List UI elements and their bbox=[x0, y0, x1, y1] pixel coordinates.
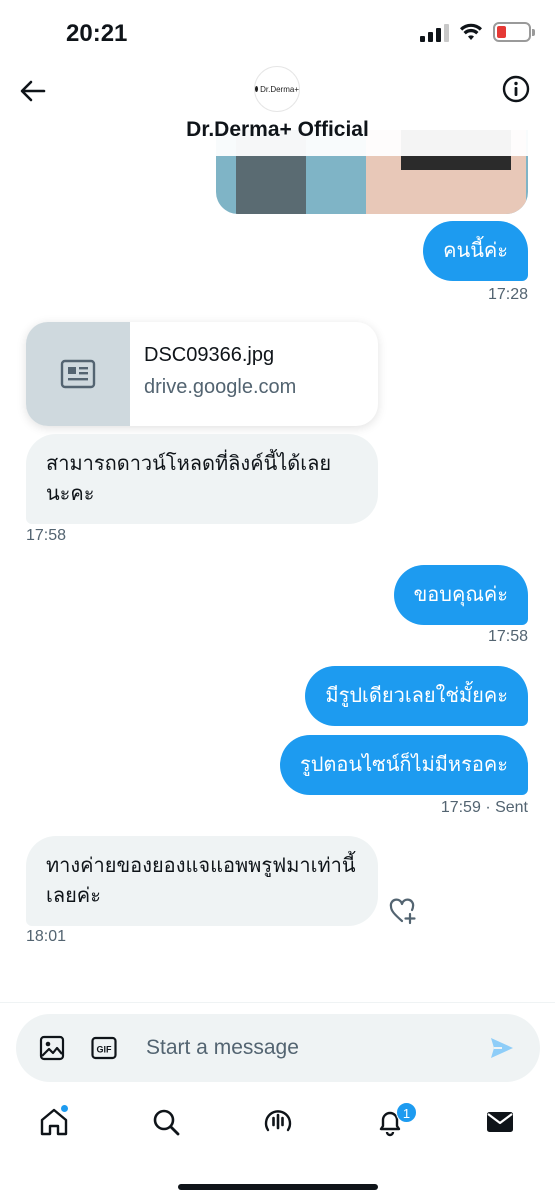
message-bubble-outgoing[interactable]: มีรูปเดียวเลยใช่มั้ยคะ bbox=[305, 666, 528, 726]
message-bubble-outgoing[interactable]: ขอบคุณค่ะ bbox=[393, 565, 528, 625]
link-thumbnail bbox=[26, 322, 130, 426]
article-icon bbox=[60, 359, 96, 389]
divider bbox=[0, 1002, 555, 1003]
home-indicator bbox=[178, 1184, 378, 1190]
message-time: 18:01 bbox=[26, 928, 67, 945]
link-preview-card[interactable]: DSC09366.jpg drive.google.com bbox=[26, 322, 378, 426]
notifications-badge: 1 bbox=[396, 1102, 417, 1123]
spaces-icon[interactable] bbox=[262, 1106, 294, 1138]
gif-icon[interactable]: GIF bbox=[90, 1034, 118, 1062]
message-meta: 17:59 · Sent bbox=[441, 799, 528, 817]
gif-label: GIF bbox=[97, 1045, 113, 1055]
message-composer: GIF bbox=[16, 1014, 540, 1082]
conversation-title[interactable]: Dr.Derma+ Official bbox=[0, 118, 555, 142]
logo-dot-icon bbox=[255, 86, 259, 92]
link-title: DSC09366.jpg bbox=[144, 344, 275, 366]
conversation-header: Dr.Derma+ Dr.Derma+ Official bbox=[0, 60, 555, 156]
link-domain: drive.google.com bbox=[144, 376, 297, 398]
image-icon[interactable] bbox=[38, 1034, 66, 1062]
avatar-text: Dr.Derma+ bbox=[260, 84, 299, 94]
avatar[interactable]: Dr.Derma+ bbox=[254, 66, 300, 112]
message-time: 17:28 bbox=[487, 286, 528, 303]
message-bubble-outgoing[interactable]: คนนี้ค่ะ bbox=[423, 221, 528, 281]
battery-icon bbox=[493, 22, 535, 42]
message-bubble-incoming[interactable]: สามารถดาวน์โหลดที่ลิงค์นี้ได้เลย นะคะ bbox=[26, 434, 378, 524]
bottom-tab-bar bbox=[0, 1100, 555, 1150]
message-time: 17:58 bbox=[487, 628, 528, 645]
info-icon[interactable] bbox=[501, 74, 531, 104]
message-time: 17:58 bbox=[26, 527, 67, 544]
messages-icon[interactable] bbox=[484, 1106, 516, 1138]
cellular-signal-icon bbox=[420, 22, 449, 42]
message-time: 17:59 bbox=[440, 799, 481, 816]
wifi-icon bbox=[460, 23, 482, 40]
message-status: · Sent bbox=[485, 799, 528, 816]
status-bar: 20:21 bbox=[0, 0, 555, 66]
home-badge-dot bbox=[60, 1104, 69, 1113]
back-arrow-icon[interactable] bbox=[16, 74, 50, 108]
message-input[interactable] bbox=[146, 1028, 476, 1068]
send-icon[interactable] bbox=[488, 1034, 516, 1062]
search-icon[interactable] bbox=[150, 1106, 182, 1138]
message-bubble-outgoing[interactable]: รูปตอนไซน์ก็ไม่มีหรอคะ bbox=[279, 735, 528, 795]
status-icons bbox=[420, 22, 535, 42]
add-reaction-heart-icon[interactable] bbox=[388, 896, 418, 926]
status-time: 20:21 bbox=[66, 20, 128, 47]
message-bubble-incoming[interactable]: ทางค่ายของยองแจแอพพรูฟมาเท่านี้เลยค่ะ bbox=[26, 836, 378, 926]
